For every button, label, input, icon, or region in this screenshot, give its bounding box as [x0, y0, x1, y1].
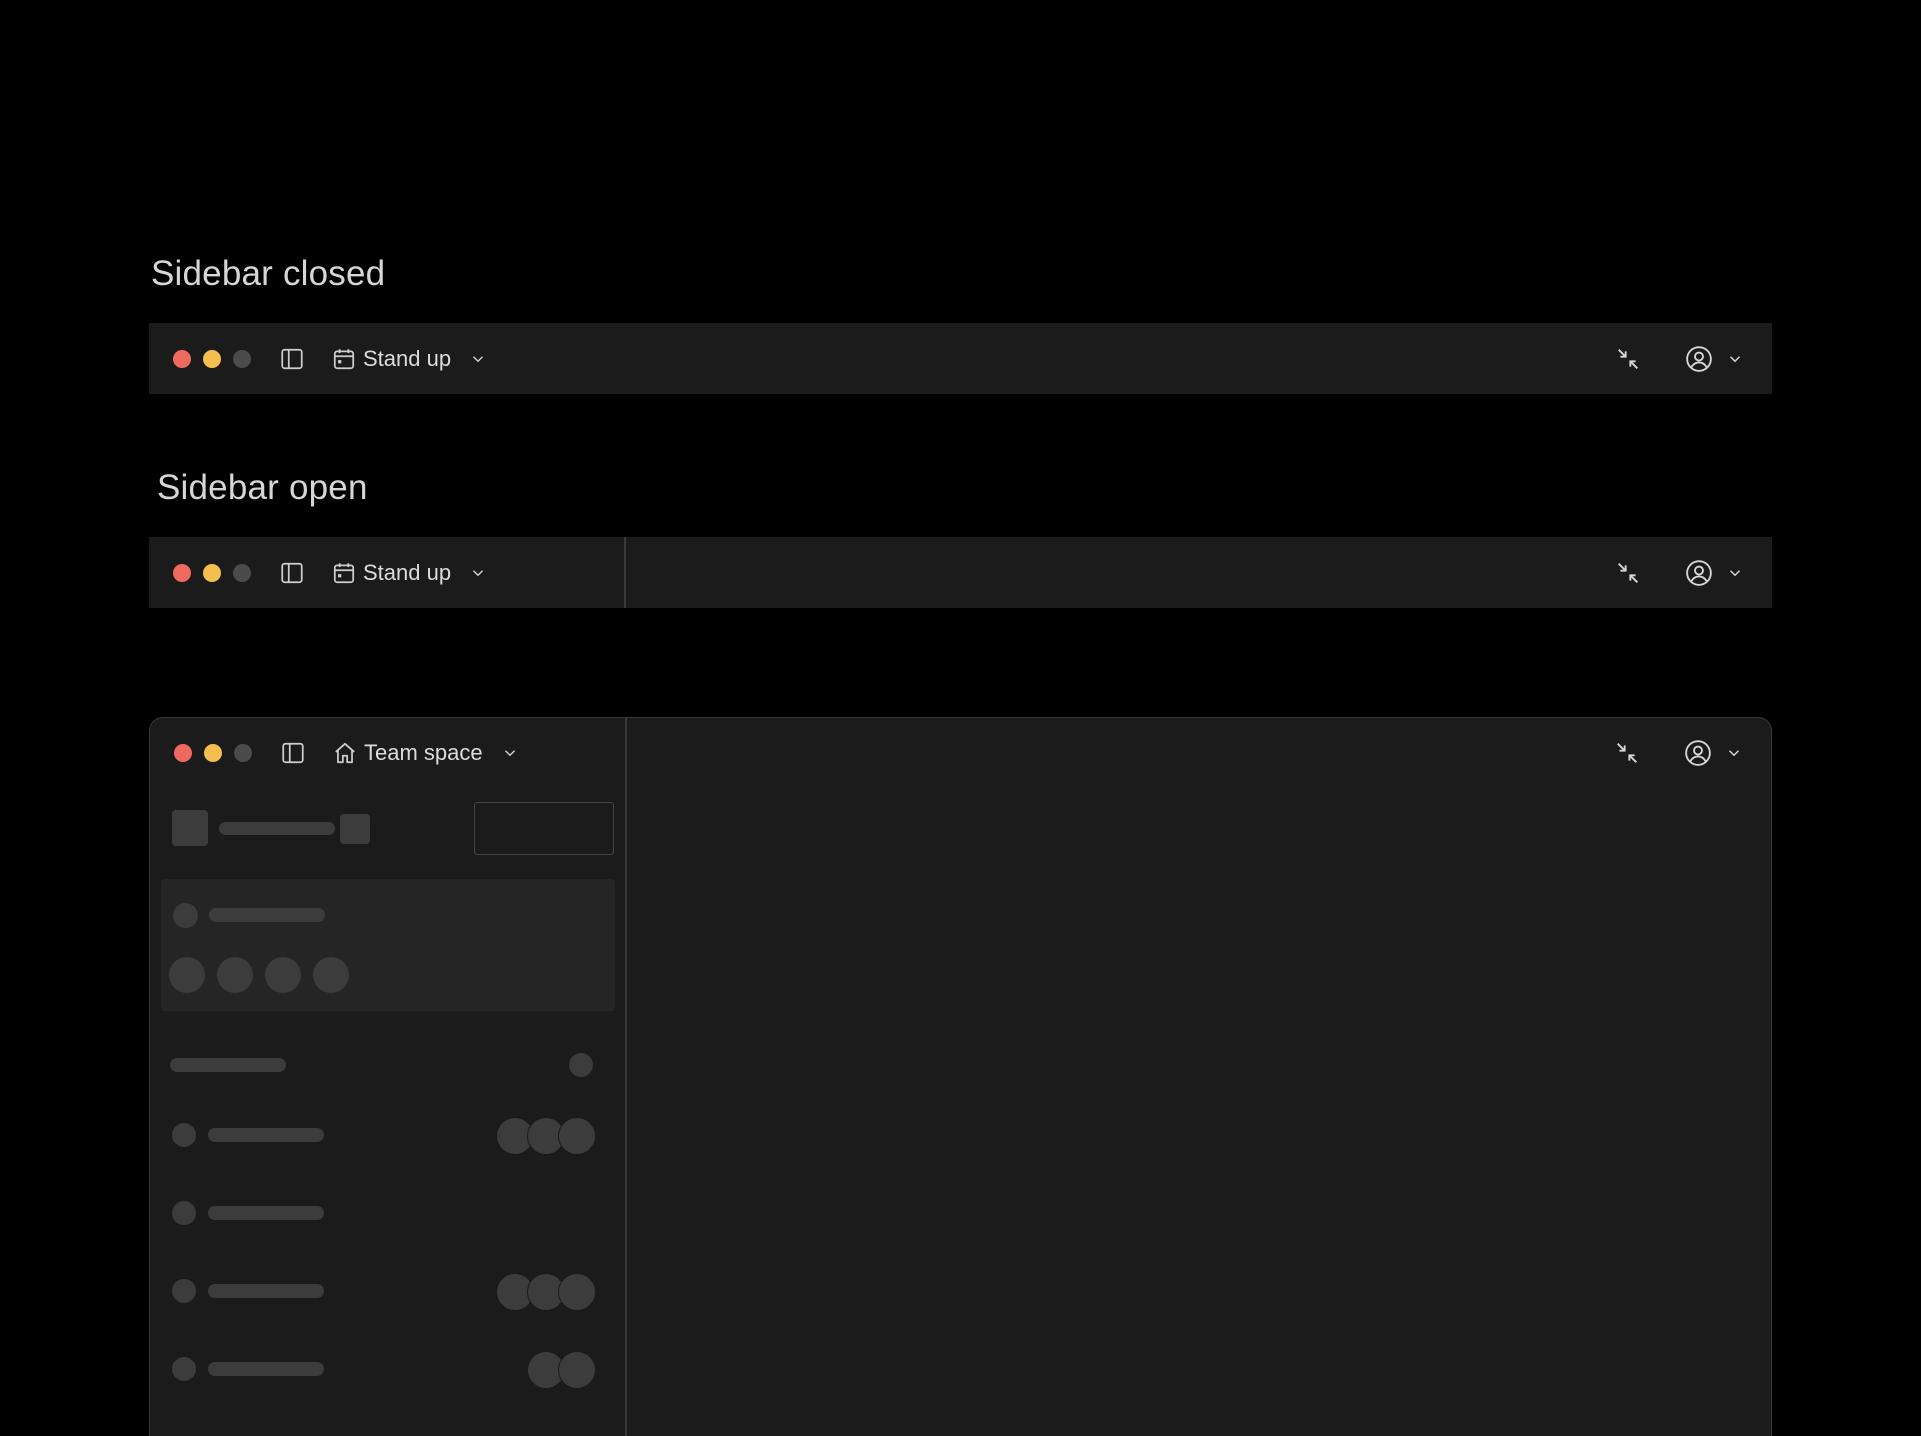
titlebar-sidebar-closed: Stand up	[149, 323, 1772, 394]
section-title-sidebar-open: Sidebar open	[157, 468, 368, 507]
home-icon	[332, 740, 358, 766]
avatar-skeleton	[169, 957, 205, 993]
minimize-window-button[interactable]	[203, 349, 221, 368]
section-heading-skeleton	[170, 1058, 286, 1072]
canvas: Sidebar closed Stand up Sidebar open Sta…	[0, 0, 1921, 1436]
search-box-skeleton[interactable]	[474, 802, 614, 855]
list-item-label-skeleton	[208, 1284, 324, 1298]
sidebar-divider[interactable]	[624, 537, 626, 608]
workspace-name-skeleton	[219, 822, 335, 835]
account-menu[interactable]	[1684, 558, 1744, 588]
section-title-sidebar-closed: Sidebar closed	[151, 254, 386, 293]
traffic-lights	[173, 349, 251, 368]
breadcrumb-dropdown[interactable]: Team space	[332, 740, 519, 766]
chevron-down-icon	[469, 564, 487, 582]
breadcrumb-dropdown[interactable]: Stand up	[331, 346, 487, 372]
titlebar-sidebar-open: Stand up	[149, 537, 1772, 608]
workspace-avatar-skeleton	[172, 810, 208, 846]
avatar-skeleton	[558, 1351, 596, 1389]
avatar-skeleton	[217, 957, 253, 993]
sidebar-icon[interactable]	[279, 560, 305, 586]
chevron-down-icon	[501, 744, 519, 762]
traffic-lights	[173, 563, 251, 582]
card-icon-skeleton	[173, 903, 198, 928]
workspace-badge-skeleton	[340, 814, 370, 844]
list-item-icon-skeleton	[172, 1123, 196, 1147]
list-item-icon-skeleton	[172, 1279, 196, 1303]
chevron-down-icon	[1726, 564, 1744, 582]
section-action-skeleton[interactable]	[569, 1053, 593, 1077]
avatar-skeleton	[558, 1273, 596, 1311]
list-item-label-skeleton	[208, 1362, 324, 1376]
list-item-label-skeleton	[208, 1206, 324, 1220]
breadcrumb-label: Team space	[364, 740, 483, 765]
main-content	[627, 718, 1771, 1436]
collapse-icon[interactable]	[1614, 559, 1642, 587]
user-circle-icon	[1684, 558, 1714, 588]
list-item-icon-skeleton	[172, 1357, 196, 1381]
avatar-skeleton	[313, 957, 349, 993]
avatar-skeleton	[558, 1117, 596, 1155]
traffic-lights	[174, 744, 252, 762]
sidebar-icon[interactable]	[280, 740, 306, 766]
featured-card-skeleton[interactable]	[161, 879, 615, 1011]
zoom-window-button[interactable]	[234, 744, 252, 762]
minimize-window-button[interactable]	[203, 563, 221, 582]
chevron-down-icon	[469, 350, 487, 368]
zoom-window-button[interactable]	[233, 349, 251, 368]
calendar-icon	[331, 346, 357, 372]
chevron-down-icon	[1726, 350, 1744, 368]
close-window-button[interactable]	[173, 563, 191, 582]
breadcrumb-label: Stand up	[363, 559, 452, 585]
breadcrumb-dropdown[interactable]: Stand up	[331, 560, 487, 586]
collapse-icon[interactable]	[1614, 345, 1642, 373]
avatar-skeleton	[265, 957, 301, 993]
close-window-button[interactable]	[174, 744, 192, 762]
account-menu[interactable]	[1684, 344, 1744, 374]
breadcrumb-label: Stand up	[363, 345, 452, 371]
close-window-button[interactable]	[173, 349, 191, 368]
sidebar-icon[interactable]	[279, 346, 305, 372]
minimize-window-button[interactable]	[204, 744, 222, 762]
user-circle-icon	[1684, 344, 1714, 374]
app-window: Team space	[149, 717, 1772, 1436]
calendar-icon	[331, 560, 357, 586]
zoom-window-button[interactable]	[233, 563, 251, 582]
card-title-skeleton	[209, 908, 325, 922]
list-item-label-skeleton	[208, 1128, 324, 1142]
list-item-icon-skeleton	[172, 1201, 196, 1225]
